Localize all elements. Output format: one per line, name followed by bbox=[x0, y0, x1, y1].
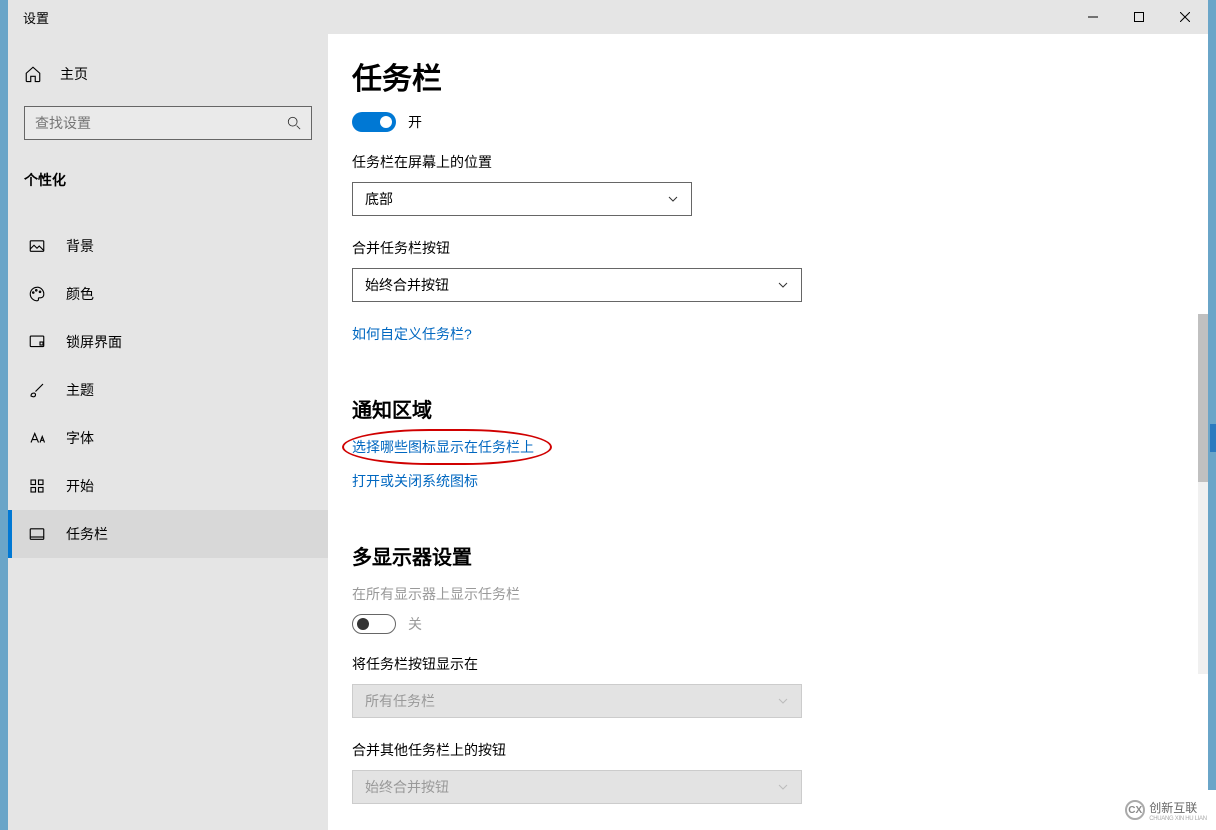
sidebar-item-fonts[interactable]: 字体 bbox=[8, 414, 328, 462]
sidebar-item-label: 字体 bbox=[66, 428, 94, 448]
select-icons-link[interactable]: 选择哪些图标显示在任务栏上 bbox=[352, 437, 534, 457]
search-input[interactable] bbox=[35, 115, 287, 131]
search-icon bbox=[287, 116, 301, 130]
chevron-down-icon bbox=[777, 781, 789, 793]
search-input-wrap[interactable] bbox=[24, 106, 312, 140]
toggle-2[interactable] bbox=[352, 614, 396, 634]
combine-label: 合并任务栏按钮 bbox=[352, 238, 1184, 258]
window-controls bbox=[1070, 0, 1208, 34]
toggle-1-label: 开 bbox=[408, 112, 422, 132]
select-value: 底部 bbox=[365, 189, 393, 209]
toggle-1[interactable] bbox=[352, 112, 396, 132]
scrollbar-thumb[interactable] bbox=[1198, 314, 1208, 482]
toggle-2-label: 关 bbox=[408, 614, 422, 634]
close-icon bbox=[1180, 12, 1190, 22]
how-customize-link[interactable]: 如何自定义任务栏? bbox=[352, 324, 472, 344]
window-title: 设置 bbox=[8, 8, 49, 27]
chevron-down-icon bbox=[777, 695, 789, 707]
multi-label: 在所有显示器上显示任务栏 bbox=[352, 584, 1184, 604]
toggle-row-1: 开 bbox=[352, 112, 1184, 132]
home-label: 主页 bbox=[60, 64, 88, 84]
sidebar-item-start[interactable]: 开始 bbox=[8, 462, 328, 510]
system-icons-link[interactable]: 打开或关闭系统图标 bbox=[352, 471, 478, 491]
section-multi: 多显示器设置 bbox=[352, 541, 1184, 570]
desktop-edge bbox=[1210, 424, 1216, 452]
sidebar: 主页 个性化 背景 颜色 锁屏界面 bbox=[8, 34, 328, 830]
body: 主页 个性化 背景 颜色 锁屏界面 bbox=[8, 34, 1208, 830]
sidebar-item-lockscreen[interactable]: 锁屏界面 bbox=[8, 318, 328, 366]
watermark-text: 创新互联 bbox=[1149, 799, 1207, 816]
position-select[interactable]: 底部 bbox=[352, 182, 692, 216]
lockscreen-icon bbox=[28, 333, 46, 351]
nav: 背景 颜色 锁屏界面 主题 字体 bbox=[8, 222, 328, 558]
sidebar-item-label: 开始 bbox=[66, 476, 94, 496]
show-on-select: 所有任务栏 bbox=[352, 684, 802, 718]
select-value: 始终合并按钮 bbox=[365, 777, 449, 797]
minimize-icon bbox=[1088, 12, 1098, 22]
section-notification: 通知区域 bbox=[352, 394, 1184, 423]
toggle-row-2: 关 bbox=[352, 614, 1184, 634]
palette-icon bbox=[28, 285, 46, 303]
toggle-knob bbox=[380, 116, 392, 128]
watermark-logo: CX bbox=[1125, 800, 1145, 820]
section-label: 个性化 bbox=[8, 152, 328, 200]
start-icon bbox=[28, 477, 46, 495]
maximize-icon bbox=[1134, 12, 1144, 22]
home-button[interactable]: 主页 bbox=[8, 52, 328, 96]
show-on-label: 将任务栏按钮显示在 bbox=[352, 654, 1184, 674]
sidebar-item-colors[interactable]: 颜色 bbox=[8, 270, 328, 318]
select-value: 所有任务栏 bbox=[365, 691, 435, 711]
watermark-text-wrap: 创新互联 CHUANG XIN HU LIAN bbox=[1149, 799, 1207, 822]
position-label: 任务栏在屏幕上的位置 bbox=[352, 152, 1184, 172]
sidebar-item-label: 背景 bbox=[66, 236, 94, 256]
sidebar-item-background[interactable]: 背景 bbox=[8, 222, 328, 270]
sidebar-item-label: 颜色 bbox=[66, 284, 94, 304]
brush-icon bbox=[28, 381, 46, 399]
combine-select[interactable]: 始终合并按钮 bbox=[352, 268, 802, 302]
home-icon bbox=[24, 65, 42, 83]
titlebar: 设置 bbox=[8, 0, 1208, 34]
page-title: 任务栏 bbox=[352, 54, 1184, 98]
sidebar-item-taskbar[interactable]: 任务栏 bbox=[8, 510, 328, 558]
toggle-knob bbox=[357, 618, 369, 630]
close-button[interactable] bbox=[1162, 0, 1208, 34]
watermark: CX 创新互联 CHUANG XIN HU LIAN bbox=[1116, 790, 1216, 830]
watermark-sub: CHUANG XIN HU LIAN bbox=[1149, 816, 1207, 822]
chevron-down-icon bbox=[777, 279, 789, 291]
taskbar-icon bbox=[28, 525, 46, 543]
content: 任务栏 开 任务栏在屏幕上的位置 底部 合并任务栏按钮 始终合并按钮 如何自定义… bbox=[328, 34, 1208, 830]
select-value: 始终合并按钮 bbox=[365, 275, 449, 295]
sidebar-item-themes[interactable]: 主题 bbox=[8, 366, 328, 414]
combine-other-label: 合并其他任务栏上的按钮 bbox=[352, 740, 1184, 760]
font-icon bbox=[28, 429, 46, 447]
sidebar-item-label: 锁屏界面 bbox=[66, 332, 122, 352]
settings-window: 设置 主页 个性化 bbox=[8, 0, 1208, 830]
picture-icon bbox=[28, 237, 46, 255]
circled-link-wrap: 选择哪些图标显示在任务栏上 bbox=[352, 437, 534, 471]
sidebar-item-label: 主题 bbox=[66, 380, 94, 400]
combine-other-select: 始终合并按钮 bbox=[352, 770, 802, 804]
maximize-button[interactable] bbox=[1116, 0, 1162, 34]
minimize-button[interactable] bbox=[1070, 0, 1116, 34]
search-container bbox=[8, 96, 328, 152]
sidebar-item-label: 任务栏 bbox=[66, 524, 108, 544]
chevron-down-icon bbox=[667, 193, 679, 205]
